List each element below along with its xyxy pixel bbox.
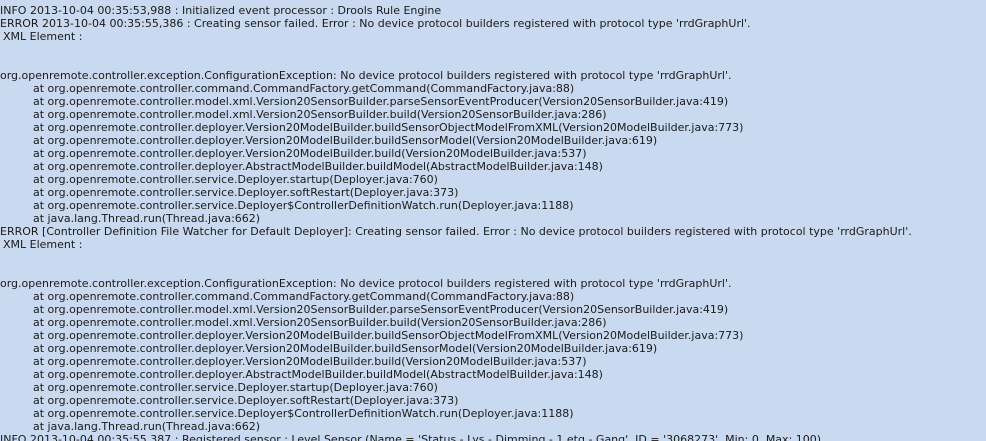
stack-trace-line: at org.openremote.controller.deployer.Ve… bbox=[33, 355, 587, 368]
stack-trace-line: at org.openremote.controller.service.Dep… bbox=[33, 394, 459, 407]
stack-trace-line: at org.openremote.controller.deployer.Ve… bbox=[33, 134, 658, 147]
stack-trace-line: at org.openremote.controller.deployer.Ve… bbox=[33, 121, 744, 134]
stack-trace-line: at org.openremote.controller.deployer.Ve… bbox=[33, 147, 587, 160]
stack-trace-line: at org.openremote.controller.model.xml.V… bbox=[33, 316, 607, 329]
stack-trace-line: at org.openremote.controller.model.xml.V… bbox=[33, 108, 607, 121]
stack-trace-line: at org.openremote.controller.model.xml.V… bbox=[33, 303, 729, 316]
stack-trace-line: at org.openremote.controller.deployer.Ve… bbox=[33, 342, 658, 355]
stack-trace-line: at java.lang.Thread.run(Thread.java:662) bbox=[33, 420, 261, 433]
log-message-line: org.openremote.controller.exception.Conf… bbox=[0, 277, 732, 290]
log-output: INFO 2013-10-04 00:35:53,988 : Initializ… bbox=[0, 0, 986, 441]
stack-trace-line: at org.openremote.controller.service.Dep… bbox=[33, 173, 438, 186]
stack-trace-line: at org.openremote.controller.model.xml.V… bbox=[33, 95, 729, 108]
stack-trace-line: at org.openremote.controller.command.Com… bbox=[33, 290, 575, 303]
log-message-line: org.openremote.controller.exception.Conf… bbox=[0, 69, 732, 82]
stack-trace-line: at org.openremote.controller.service.Dep… bbox=[33, 186, 459, 199]
xml-element-label: XML Element : bbox=[3, 30, 83, 43]
stack-trace-line: at org.openremote.controller.service.Dep… bbox=[33, 199, 574, 212]
log-message-line: ERROR [Controller Definition File Watche… bbox=[0, 225, 912, 238]
log-message-line: INFO 2013-10-04 00:35:55,387 : Registere… bbox=[0, 433, 822, 441]
xml-element-label: XML Element : bbox=[3, 238, 83, 251]
stack-trace-line: at java.lang.Thread.run(Thread.java:662) bbox=[33, 212, 261, 225]
stack-trace-line: at org.openremote.controller.deployer.Ve… bbox=[33, 329, 744, 342]
stack-trace-line: at org.openremote.controller.service.Dep… bbox=[33, 381, 438, 394]
log-message-line: INFO 2013-10-04 00:35:53,988 : Initializ… bbox=[0, 4, 442, 17]
stack-trace-line: at org.openremote.controller.deployer.Ab… bbox=[33, 160, 603, 173]
stack-trace-line: at org.openremote.controller.service.Dep… bbox=[33, 407, 574, 420]
stack-trace-line: at org.openremote.controller.deployer.Ab… bbox=[33, 368, 603, 381]
stack-trace-line: at org.openremote.controller.command.Com… bbox=[33, 82, 575, 95]
log-message-line: ERROR 2013-10-04 00:35:55,386 : Creating… bbox=[0, 17, 751, 30]
